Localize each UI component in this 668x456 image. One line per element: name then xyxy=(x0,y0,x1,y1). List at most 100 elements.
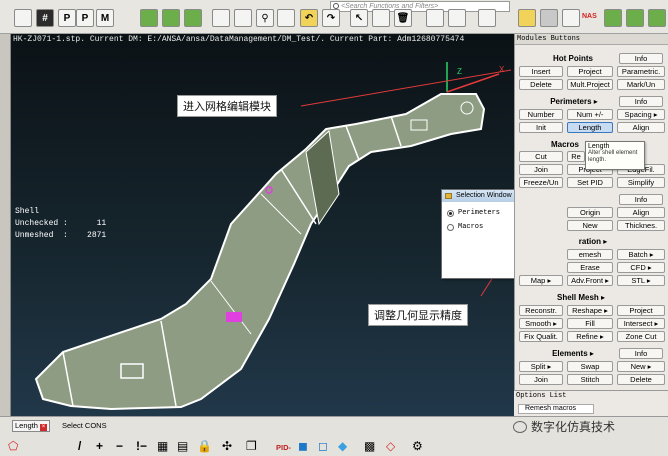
redo-button[interactable]: ↷ xyxy=(322,9,340,27)
insert-button[interactable]: Insert xyxy=(519,66,563,77)
parts-button[interactable]: P xyxy=(76,9,94,27)
origin-button[interactable]: Origin xyxy=(567,207,613,218)
red-cube-icon[interactable]: ◇ xyxy=(386,439,395,453)
macros-join-button[interactable]: Join xyxy=(519,164,563,175)
stitch-button[interactable]: Stitch xyxy=(567,374,613,385)
copy-icon[interactable]: ❐ xyxy=(246,439,257,453)
project-button[interactable]: Project xyxy=(567,66,613,77)
elements-delete-button[interactable]: Delete xyxy=(617,374,665,385)
thickness-button[interactable]: Thicknes. xyxy=(617,220,665,231)
perimeters-align-button[interactable]: Align xyxy=(617,122,665,133)
length-tag[interactable]: Length × xyxy=(12,420,50,432)
erase-button[interactable]: Erase xyxy=(567,262,613,273)
measure-button[interactable] xyxy=(426,9,444,27)
materials-button[interactable]: M xyxy=(96,9,114,27)
new-button[interactable] xyxy=(184,9,202,27)
mark-un-button[interactable]: Mark/Un xyxy=(617,79,665,90)
length-button[interactable]: Length xyxy=(567,122,613,133)
radio-macros[interactable]: Macros xyxy=(442,220,517,234)
polygon-select-icon[interactable]: ⬠ xyxy=(8,439,18,453)
delete-button[interactable]: 🗑 xyxy=(394,9,412,27)
cut-button[interactable]: Cut xyxy=(519,151,563,162)
swap-button[interactable]: Swap xyxy=(567,361,613,372)
line-tool-icon[interactable]: / xyxy=(78,439,81,453)
cube-outline-icon[interactable]: ◻ xyxy=(318,439,328,453)
hot-points-delete-button[interactable]: Delete xyxy=(519,79,563,90)
elements-new-button[interactable]: New ▸ xyxy=(617,361,665,372)
add-button[interactable] xyxy=(140,9,158,27)
minus-icon[interactable]: − xyxy=(116,439,123,453)
undo-button[interactable]: ↶ xyxy=(300,9,318,27)
perimeters-info-button[interactable]: Info xyxy=(619,96,663,107)
zone-cut-button[interactable]: Zone Cut xyxy=(617,331,665,342)
remesh-button[interactable]: emesh xyxy=(567,249,613,260)
reshape-button[interactable]: Reshape ▸ xyxy=(567,305,613,316)
topo-module-button[interactable] xyxy=(518,9,536,27)
smooth-button[interactable]: Smooth ▸ xyxy=(519,318,563,329)
shading-button[interactable] xyxy=(648,9,666,27)
pid-label[interactable]: PID- xyxy=(276,443,291,452)
freeze-un-button[interactable]: Freeze/Un xyxy=(519,177,563,188)
elements-join-button[interactable]: Join xyxy=(519,374,563,385)
toggle-icon[interactable]: !− xyxy=(136,439,147,453)
plus-icon[interactable]: + xyxy=(96,439,103,453)
cfd-button[interactable]: CFD ▸ xyxy=(617,262,665,273)
transform-button[interactable] xyxy=(448,9,466,27)
number-button[interactable]: Number xyxy=(519,109,563,120)
view-button[interactable] xyxy=(212,9,230,27)
stl-button[interactable]: STL ▸ xyxy=(617,275,665,286)
find-button[interactable] xyxy=(277,9,295,27)
copy-button[interactable] xyxy=(162,9,180,27)
intersect-button[interactable]: Intersect ▸ xyxy=(617,318,665,329)
remesh-macros-item[interactable]: Remesh macros xyxy=(518,404,594,414)
select-tool-button[interactable] xyxy=(14,9,32,27)
hot-points-info-button[interactable]: Info xyxy=(619,53,663,64)
split-button[interactable]: Split ▸ xyxy=(519,361,563,372)
cube-blue-icon[interactable]: ◼ xyxy=(298,439,308,453)
render-button[interactable] xyxy=(626,9,644,27)
map-button[interactable]: Map ▸ xyxy=(519,275,563,286)
selection-window[interactable]: Selection Window Perimeters Macros xyxy=(441,189,518,279)
mesh-module-button[interactable] xyxy=(540,9,558,27)
selection-window-titlebar[interactable]: Selection Window xyxy=(442,190,517,202)
row-a-new-button[interactable]: New xyxy=(567,220,613,231)
radio-perimeters[interactable]: Perimeters xyxy=(442,206,517,220)
refine-button[interactable]: Refine ▸ xyxy=(567,331,613,342)
num-plus-minus-button[interactable]: Num +/- xyxy=(567,109,613,120)
mult-project-button[interactable]: Mult.Project xyxy=(567,79,613,90)
color-button[interactable] xyxy=(372,9,390,27)
reconstr-button[interactable]: Reconstr. xyxy=(519,305,563,316)
elements-info-button[interactable]: Info xyxy=(619,348,663,359)
spacing-button[interactable]: Spacing ▸ xyxy=(617,109,665,120)
zoom-icon[interactable]: ⚲ xyxy=(256,9,274,27)
deck-module-button[interactable] xyxy=(562,9,580,27)
batch-button[interactable]: Batch ▸ xyxy=(617,249,665,260)
display-button[interactable] xyxy=(604,9,622,27)
radio-perimeters-indicator[interactable] xyxy=(447,209,454,217)
cursor-button[interactable]: ↖ xyxy=(350,9,368,27)
simplify-button[interactable]: Simplify xyxy=(617,177,665,188)
close-icon[interactable]: × xyxy=(39,424,47,431)
zoom-fit-button[interactable] xyxy=(234,9,252,27)
radio-macros-indicator[interactable] xyxy=(447,223,454,231)
fill-button[interactable]: Fill xyxy=(567,318,613,329)
init-button[interactable]: Init xyxy=(519,122,563,133)
entity-id-button[interactable]: # xyxy=(36,9,54,27)
parametric-button[interactable]: Parametric. xyxy=(617,66,665,77)
cube-color-icon[interactable]: ◆ xyxy=(338,439,347,453)
fix-quality-button[interactable]: Fix Qualit. xyxy=(519,331,563,342)
row-a-align-button[interactable]: Align xyxy=(617,207,665,218)
3d-viewport[interactable]: HK-ZJ071-1.stp. Current DM: E:/ANSA/ansa… xyxy=(11,34,514,418)
properties-button[interactable]: P xyxy=(58,9,76,27)
grid-icon[interactable]: ▦ xyxy=(157,439,168,453)
gear-icon[interactable]: ⚙ xyxy=(412,439,423,453)
wire-cube-icon[interactable]: ▩ xyxy=(364,439,375,453)
set-pid-button[interactable]: Set PID xyxy=(567,177,613,188)
shell-project-button[interactable]: Project xyxy=(617,305,665,316)
row-a-info-button[interactable]: Info xyxy=(619,194,663,205)
adv-front-button[interactable]: Adv.Front ▸ xyxy=(567,275,613,286)
layout-icon[interactable]: ▤ xyxy=(177,439,188,453)
network-icon[interactable]: ✣ xyxy=(222,439,232,453)
lock-icon[interactable]: 🔒 xyxy=(197,439,212,453)
re-button[interactable]: Re xyxy=(567,151,585,162)
